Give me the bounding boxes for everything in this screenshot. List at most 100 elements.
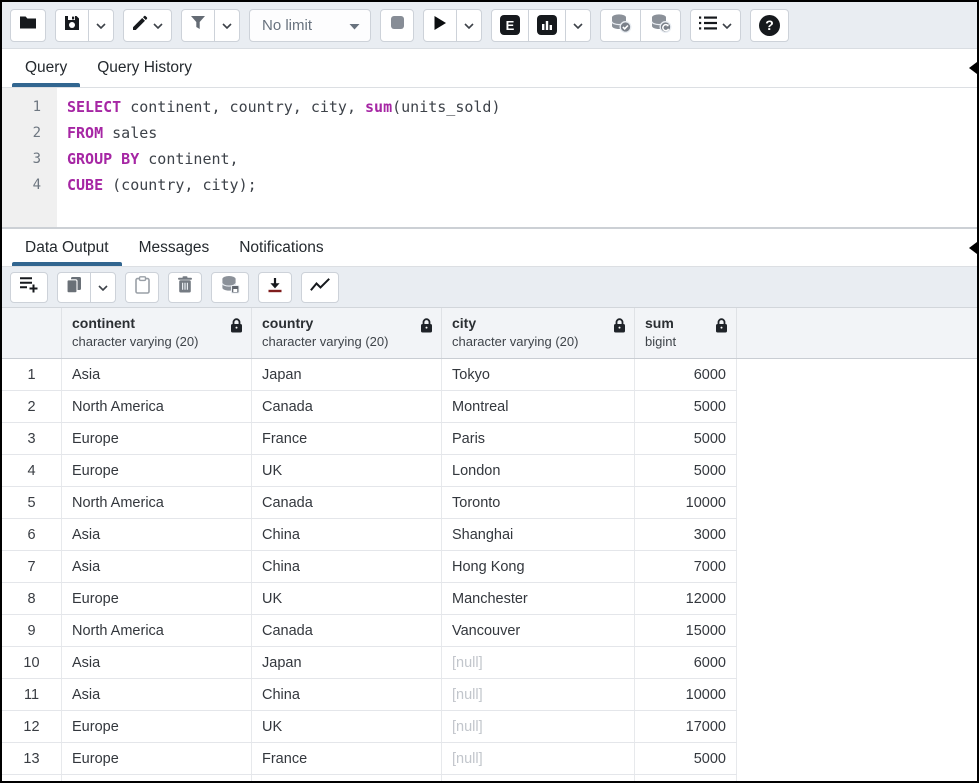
cell-continent[interactable]: Asia bbox=[62, 679, 252, 710]
cell-sum[interactable]: 6000 bbox=[635, 359, 737, 390]
cell-city[interactable]: Manchester bbox=[442, 583, 635, 614]
cell-sum[interactable]: 17000 bbox=[635, 711, 737, 742]
row-number[interactable]: 8 bbox=[2, 583, 62, 614]
cell-continent[interactable]: Asia bbox=[62, 551, 252, 582]
help-button[interactable]: ? bbox=[750, 9, 789, 42]
cell-country[interactable]: UK bbox=[252, 455, 442, 486]
row-number[interactable]: 11 bbox=[2, 679, 62, 710]
execute-button[interactable] bbox=[423, 9, 457, 42]
row-limit-select[interactable]: No limit bbox=[249, 9, 371, 42]
cell-continent[interactable]: Europe bbox=[62, 423, 252, 454]
cell-city[interactable]: [null] bbox=[442, 711, 635, 742]
cell-city[interactable]: [null] bbox=[442, 775, 635, 781]
cell-country[interactable]: China bbox=[252, 519, 442, 550]
cell-sum[interactable]: 7000 bbox=[635, 551, 737, 582]
code-line[interactable]: FROM sales bbox=[67, 120, 977, 146]
cell-country[interactable]: Canada bbox=[252, 391, 442, 422]
save-data-changes-button[interactable] bbox=[211, 272, 249, 303]
save-options-button[interactable] bbox=[88, 9, 114, 42]
cell-continent[interactable]: Europe bbox=[62, 711, 252, 742]
cell-sum[interactable]: 3000 bbox=[635, 519, 737, 550]
paste-button[interactable] bbox=[125, 272, 159, 303]
explain-analyze-button[interactable] bbox=[528, 9, 566, 42]
cell-continent[interactable]: North America bbox=[62, 391, 252, 422]
cell-country[interactable]: Canada bbox=[252, 487, 442, 518]
cell-city[interactable]: London bbox=[442, 455, 635, 486]
explain-button[interactable]: E bbox=[491, 9, 529, 42]
tab-query-history[interactable]: Query History bbox=[82, 49, 207, 87]
cell-continent[interactable]: Asia bbox=[62, 647, 252, 678]
row-number[interactable]: 13 bbox=[2, 743, 62, 774]
row-number[interactable]: 10 bbox=[2, 647, 62, 678]
cell-city[interactable]: [null] bbox=[442, 647, 635, 678]
cell-city[interactable]: [null] bbox=[442, 743, 635, 774]
explain-options-button[interactable] bbox=[565, 9, 591, 42]
macros-button[interactable] bbox=[690, 9, 741, 42]
cell-city[interactable]: Shanghai bbox=[442, 519, 635, 550]
tab-messages[interactable]: Messages bbox=[124, 229, 225, 266]
delete-row-button[interactable] bbox=[168, 272, 202, 303]
cell-city[interactable]: Vancouver bbox=[442, 615, 635, 646]
cell-continent[interactable]: Europe bbox=[62, 743, 252, 774]
sql-editor[interactable]: 1234 SELECT continent, country, city, su… bbox=[2, 88, 977, 229]
column-header-city[interactable]: citycharacter varying (20) bbox=[442, 308, 635, 358]
rollback-button[interactable] bbox=[640, 9, 681, 42]
row-number-header[interactable] bbox=[2, 308, 62, 358]
cell-sum[interactable]: 30000 bbox=[635, 775, 737, 781]
cell-continent[interactable]: Europe bbox=[62, 455, 252, 486]
open-file-button[interactable] bbox=[10, 9, 46, 42]
column-header-sum[interactable]: sumbigint bbox=[635, 308, 737, 358]
commit-button[interactable] bbox=[600, 9, 641, 42]
row-number[interactable]: 9 bbox=[2, 615, 62, 646]
cell-continent[interactable]: Europe bbox=[62, 583, 252, 614]
cell-country[interactable]: Canada bbox=[252, 615, 442, 646]
download-csv-button[interactable] bbox=[258, 272, 292, 303]
code-line[interactable]: CUBE (country, city); bbox=[67, 172, 977, 198]
cell-sum[interactable]: 10000 bbox=[635, 487, 737, 518]
filter-options-button[interactable] bbox=[214, 9, 240, 42]
cell-sum[interactable]: 5000 bbox=[635, 391, 737, 422]
cell-sum[interactable]: 5000 bbox=[635, 423, 737, 454]
stop-button[interactable] bbox=[380, 9, 414, 42]
row-number[interactable]: 14 bbox=[2, 775, 62, 781]
tab-data-output[interactable]: Data Output bbox=[10, 229, 124, 266]
edit-button[interactable] bbox=[123, 9, 172, 42]
cell-country[interactable]: China bbox=[252, 551, 442, 582]
cell-sum[interactable]: 12000 bbox=[635, 583, 737, 614]
save-button[interactable] bbox=[55, 9, 89, 42]
cell-sum[interactable]: 15000 bbox=[635, 615, 737, 646]
column-header-country[interactable]: countrycharacter varying (20) bbox=[252, 308, 442, 358]
cell-country[interactable]: UK bbox=[252, 583, 442, 614]
cell-continent[interactable]: Asia bbox=[62, 359, 252, 390]
row-number[interactable]: 1 bbox=[2, 359, 62, 390]
row-number[interactable]: 7 bbox=[2, 551, 62, 582]
row-number[interactable]: 5 bbox=[2, 487, 62, 518]
cell-continent[interactable]: North America bbox=[62, 615, 252, 646]
copy-options-button[interactable] bbox=[90, 272, 116, 303]
cell-country[interactable]: Japan bbox=[252, 647, 442, 678]
code-line[interactable]: GROUP BY continent, bbox=[67, 146, 977, 172]
code-line[interactable]: SELECT continent, country, city, sum(uni… bbox=[67, 94, 977, 120]
row-number[interactable]: 12 bbox=[2, 711, 62, 742]
editor-code[interactable]: SELECT continent, country, city, sum(uni… bbox=[57, 88, 977, 227]
tab-notifications[interactable]: Notifications bbox=[224, 229, 338, 266]
cell-continent[interactable]: North America bbox=[62, 487, 252, 518]
graph-visualiser-button[interactable] bbox=[301, 272, 339, 303]
cell-city[interactable]: Hong Kong bbox=[442, 551, 635, 582]
row-number[interactable]: 2 bbox=[2, 391, 62, 422]
cell-country[interactable]: Japan bbox=[252, 359, 442, 390]
cell-sum[interactable]: 5000 bbox=[635, 455, 737, 486]
cell-country[interactable]: France bbox=[252, 423, 442, 454]
execute-options-button[interactable] bbox=[456, 9, 482, 42]
cell-city[interactable]: Montreal bbox=[442, 391, 635, 422]
cell-sum[interactable]: 10000 bbox=[635, 679, 737, 710]
row-number[interactable]: 4 bbox=[2, 455, 62, 486]
cell-city[interactable]: Tokyo bbox=[442, 359, 635, 390]
cell-country[interactable]: China bbox=[252, 679, 442, 710]
cell-continent[interactable]: Asia bbox=[62, 519, 252, 550]
cell-country[interactable]: UK bbox=[252, 711, 442, 742]
column-header-continent[interactable]: continentcharacter varying (20) bbox=[62, 308, 252, 358]
tab-query[interactable]: Query bbox=[10, 49, 82, 87]
cell-country[interactable]: Canada bbox=[252, 775, 442, 781]
row-number[interactable]: 3 bbox=[2, 423, 62, 454]
